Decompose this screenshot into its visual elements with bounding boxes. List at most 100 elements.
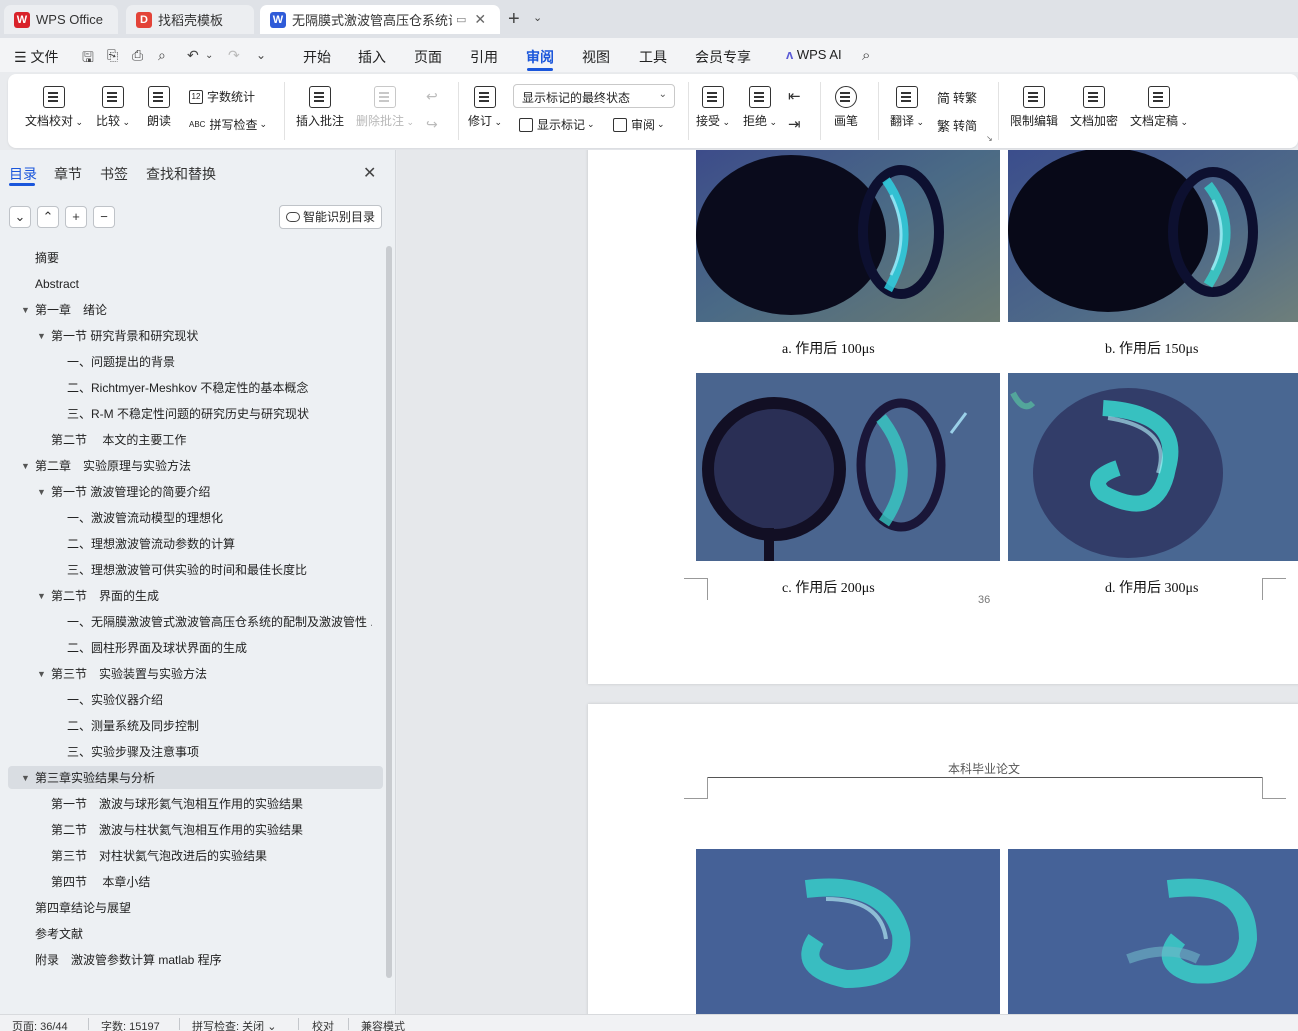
redo-icon[interactable]: ↷ — [228, 47, 240, 64]
search-icon[interactable]: ⌕ — [862, 47, 870, 64]
toc-item[interactable]: 三、理想激波管可供实验的时间和最佳长度比 — [0, 559, 380, 581]
nav-tab-find-replace[interactable]: 查找和替换 — [146, 164, 216, 184]
nav-tab-chapters[interactable]: 章节 — [54, 164, 82, 184]
accept-button[interactable]: 接受 ⌄ — [696, 86, 730, 129]
toc-item[interactable]: ▼ 第一章 绪论 — [0, 299, 380, 321]
nav-tab-bookmarks[interactable]: 书签 — [100, 164, 128, 184]
chevron-down-icon[interactable]: ⌄ — [533, 11, 542, 24]
toc-item[interactable]: 第三节 对柱状氦气泡改进后的实验结果 — [0, 845, 380, 867]
delete-comment-button[interactable]: 删除批注 ⌄ — [356, 86, 414, 129]
to-traditional-button[interactable]: 简转繁 — [937, 88, 977, 107]
expand-triangle-icon[interactable]: ▼ — [37, 325, 46, 347]
close-icon[interactable]: ✕ — [363, 163, 376, 183]
document-area[interactable]: a. 作用后 100μs b. 作用后 150μs c. 作用后 200μs d… — [397, 150, 1298, 1014]
document-page[interactable]: 本科毕业论文 — [588, 704, 1298, 1014]
toc-item[interactable]: 一、激波管流动模型的理想化 — [0, 507, 380, 529]
smart-toc-button[interactable]: 智能识别目录 — [279, 205, 382, 229]
undo-icon[interactable]: ↶ — [187, 47, 199, 64]
print-preview-icon[interactable]: ⌕ — [158, 47, 166, 64]
file-menu[interactable]: ☰ 文件 — [14, 47, 58, 67]
expand-triangle-icon[interactable]: ▼ — [37, 663, 46, 685]
translate-button[interactable]: 翻译 ⌄ — [890, 86, 924, 129]
compare-button[interactable]: 比较 ⌄ — [96, 86, 130, 129]
add-heading-button[interactable]: + — [65, 206, 87, 228]
print-icon[interactable]: ⎙ — [132, 47, 143, 64]
tab-wps-office[interactable]: W WPS Office — [4, 5, 118, 34]
share-icon[interactable]: ⎘ — [107, 47, 118, 64]
menu-insert[interactable]: 插入 — [358, 47, 386, 67]
menu-home[interactable]: 开始 — [303, 47, 331, 67]
toc-item[interactable]: 一、实验仪器介绍 — [0, 689, 380, 711]
chevron-down-icon[interactable]: ⌄ — [205, 50, 213, 61]
reject-button[interactable]: 拒绝 ⌄ — [743, 86, 777, 129]
spell-check-button[interactable]: ABC 拼写检查 ⌄ — [189, 116, 267, 133]
toc-item[interactable]: 二、理想激波管流动参数的计算 — [0, 533, 380, 555]
toc-item[interactable]: 摘要 — [0, 247, 380, 269]
expand-triangle-icon[interactable]: ▼ — [21, 767, 30, 789]
document-page[interactable]: a. 作用后 100μs b. 作用后 150μs c. 作用后 200μs d… — [588, 150, 1298, 684]
next-change-icon[interactable]: ⇥ — [788, 115, 801, 133]
markup-state-select[interactable]: 显示标记的最终状态 ⌄ — [513, 84, 675, 108]
toc-item[interactable]: ▼ 第一节 激波管理论的简要介绍 — [0, 481, 380, 503]
toc-item[interactable]: ▼ 第二节 界面的生成 — [0, 585, 380, 607]
toc-item[interactable]: 三、R-M 不稳定性问题的研究历史与研究现状 — [0, 403, 380, 425]
toc-item[interactable]: 附录 激波管参数计算 matlab 程序 — [0, 949, 380, 971]
toc-item[interactable]: ▼ 第一节 研究背景和研究现状 — [0, 325, 380, 347]
page-indicator[interactable]: 页面: 36/44 — [12, 1018, 68, 1031]
collapse-all-button[interactable]: ⌄ — [9, 206, 31, 228]
toc-item[interactable]: 参考文献 — [0, 923, 380, 945]
finalize-button[interactable]: 文档定稿 ⌄ — [1130, 86, 1188, 129]
menu-review[interactable]: 审阅 — [526, 47, 554, 67]
expand-triangle-icon[interactable]: ▼ — [37, 481, 46, 503]
spell-check-status[interactable]: 拼写检查: 关闭 ⌄ — [192, 1018, 276, 1031]
toc-item[interactable]: 二、测量系统及同步控制 — [0, 715, 380, 737]
toc-item[interactable]: 二、圆柱形界面及球状界面的生成 — [0, 637, 380, 659]
toc-item[interactable]: 三、实验步骤及注意事项 — [0, 741, 380, 763]
menu-tools[interactable]: 工具 — [639, 47, 667, 67]
toc-item[interactable]: 第四章结论与展望 — [0, 897, 380, 919]
expand-triangle-icon[interactable]: ▼ — [21, 455, 30, 477]
insert-comment-button[interactable]: 插入批注 — [296, 86, 344, 129]
toc-item[interactable]: ▼ 第三章实验结果与分析 — [0, 767, 380, 789]
toc-item[interactable]: ▼ 第三节 实验装置与实验方法 — [0, 663, 380, 685]
toc-item[interactable]: 一、问题提出的背景 — [0, 351, 380, 373]
word-count-button[interactable]: 12 字数统计 — [189, 88, 255, 105]
next-comment-icon[interactable]: ↪ — [426, 116, 438, 133]
word-count-indicator[interactable]: 字数: 15197 — [101, 1018, 160, 1031]
tab-docer-templates[interactable]: D 找稻壳模板 — [126, 5, 254, 34]
to-simplified-button[interactable]: 繁转简 — [937, 116, 977, 135]
pen-button[interactable]: 画笔 — [834, 86, 858, 129]
review-pane-button[interactable]: 审阅 ⌄ — [613, 116, 665, 133]
previous-change-icon[interactable]: ⇤ — [788, 87, 801, 105]
expand-up-button[interactable]: ⌃ — [37, 206, 59, 228]
menu-references[interactable]: 引用 — [470, 47, 498, 67]
toc-item[interactable]: ▼ 第二章 实验原理与实验方法 — [0, 455, 380, 477]
wps-ai-button[interactable]: ᴧ WPS AI — [786, 47, 842, 62]
nav-scrollbar[interactable] — [386, 246, 392, 978]
expand-triangle-icon[interactable]: ▼ — [37, 585, 46, 607]
toc-item[interactable]: Abstract — [0, 273, 380, 295]
toc-item[interactable]: 第一节 激波与球形氦气泡相互作用的实验结果 — [0, 793, 380, 815]
nav-tab-toc[interactable]: 目录 — [9, 164, 37, 184]
menu-member[interactable]: 会员专享 — [695, 47, 751, 67]
toc-item[interactable]: 第四节 本章小结 — [0, 871, 380, 893]
new-tab-button[interactable]: + — [508, 8, 520, 30]
encrypt-button[interactable]: 文档加密 — [1070, 86, 1118, 129]
more-icon[interactable]: ⌄ — [256, 48, 266, 62]
menu-view[interactable]: 视图 — [582, 47, 610, 67]
show-markup-button[interactable]: 显示标记 ⌄ — [519, 116, 595, 133]
proof-status[interactable]: 校对 — [312, 1018, 334, 1031]
doc-proof-button[interactable]: 文档校对 ⌄ — [25, 86, 83, 129]
toc-item[interactable]: 第二节 激波与柱状氦气泡相互作用的实验结果 — [0, 819, 380, 841]
restrict-edit-button[interactable]: 限制编辑 — [1010, 86, 1058, 129]
save-icon[interactable]: 🖫 — [82, 47, 94, 71]
toc-item[interactable]: 二、Richtmyer-Meshkov 不稳定性的基本概念 — [0, 377, 380, 399]
toc-item[interactable]: 一、无隔膜激波管式激波管高压仓系统的配制及激波管性 ... — [0, 611, 380, 633]
remove-heading-button[interactable]: − — [93, 206, 115, 228]
menu-page[interactable]: 页面 — [414, 47, 442, 67]
toc-item[interactable]: 第二节 本文的主要工作 — [0, 429, 380, 451]
tab-document[interactable]: W 无隔膜式激波管高压仓系统设 ▭ ✕ — [260, 5, 500, 34]
expand-triangle-icon[interactable]: ▼ — [21, 299, 30, 321]
expand-group-icon[interactable]: ↘ — [986, 134, 993, 143]
read-aloud-button[interactable]: 朗读 — [147, 86, 171, 129]
